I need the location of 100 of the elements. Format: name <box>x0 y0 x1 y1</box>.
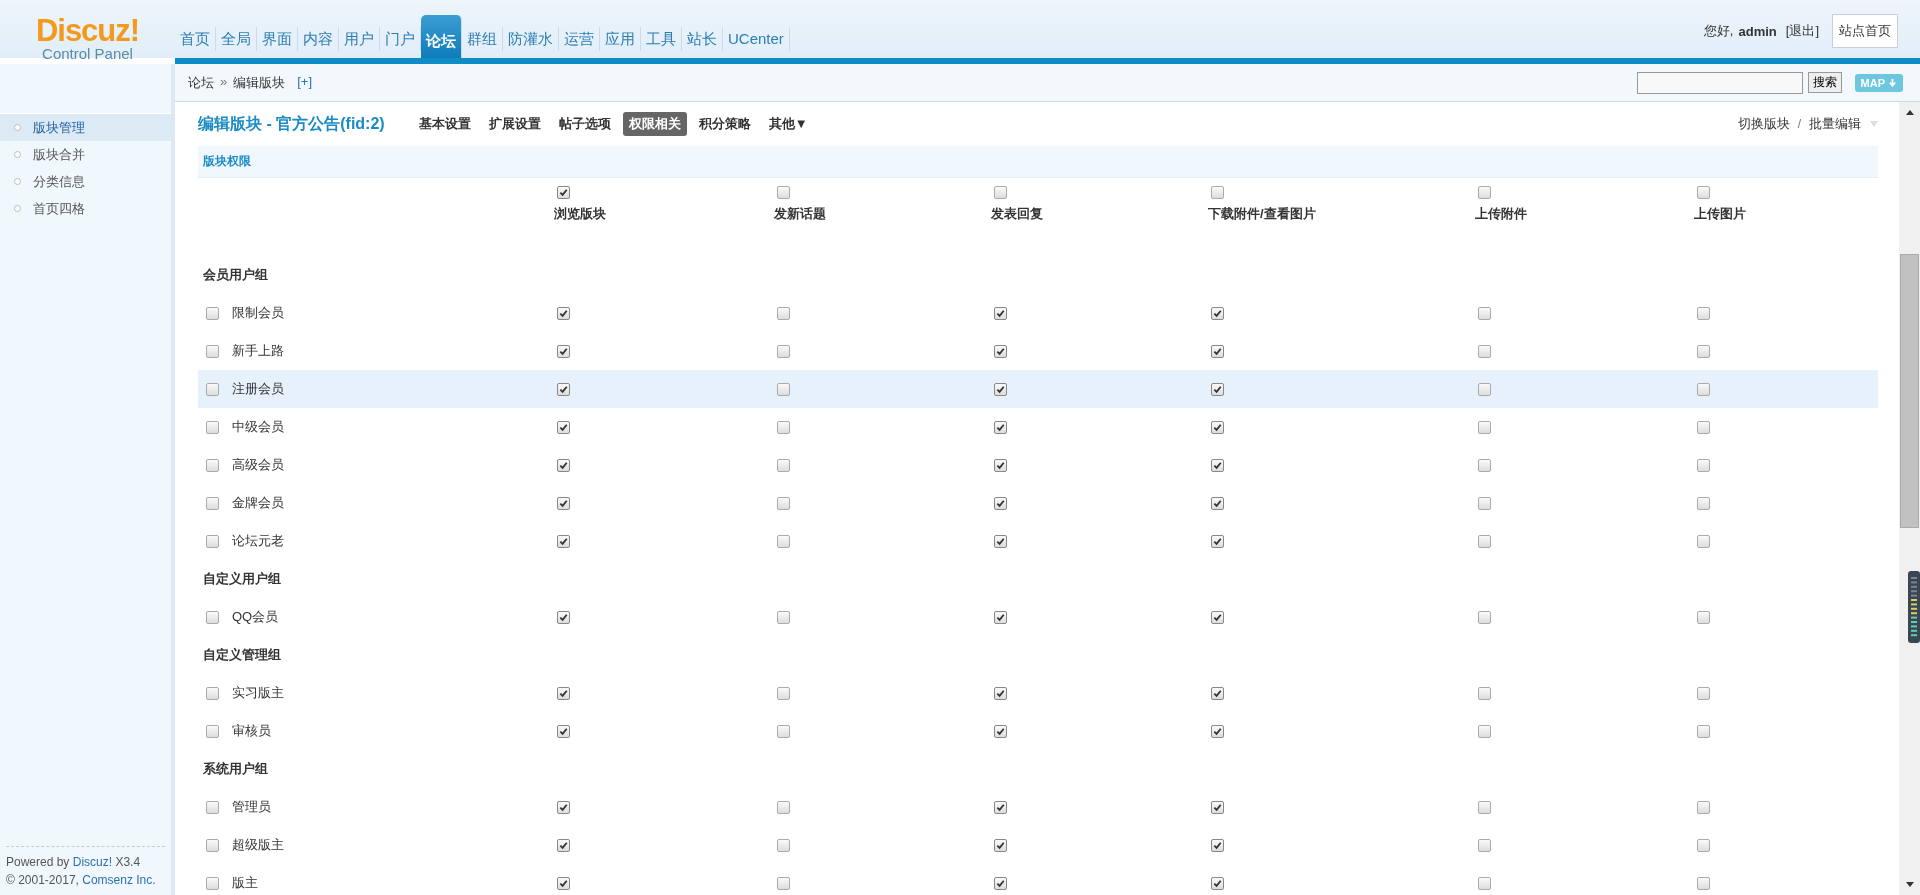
permission-checkbox[interactable] <box>994 724 1007 738</box>
permission-checkbox[interactable] <box>557 534 570 548</box>
nav-tab[interactable]: 工具 <box>641 27 682 51</box>
permission-checkbox[interactable] <box>1697 610 1710 624</box>
row-checkbox[interactable] <box>206 496 219 510</box>
permission-checkbox[interactable] <box>994 610 1007 624</box>
permission-checkbox[interactable] <box>777 876 790 890</box>
permission-checkbox[interactable] <box>1697 838 1710 852</box>
permission-checkbox[interactable] <box>777 610 790 624</box>
permission-checkbox[interactable] <box>557 344 570 358</box>
permission-checkbox[interactable] <box>1697 534 1710 548</box>
settings-tab[interactable]: 权限相关 <box>622 112 687 136</box>
nav-tab[interactable]: 群组 <box>462 27 503 51</box>
nav-tab[interactable]: 内容 <box>298 27 339 51</box>
permission-checkbox[interactable] <box>1478 876 1491 890</box>
permission-checkbox[interactable] <box>1211 800 1224 814</box>
permission-checkbox[interactable] <box>1211 686 1224 700</box>
search-field[interactable] <box>1636 71 1803 94</box>
row-checkbox[interactable] <box>206 686 219 700</box>
column-checkbox[interactable] <box>777 186 790 199</box>
permission-checkbox[interactable] <box>1478 724 1491 738</box>
permission-checkbox[interactable] <box>1697 344 1710 358</box>
permission-checkbox[interactable] <box>994 344 1007 358</box>
permission-checkbox[interactable] <box>1478 306 1491 320</box>
scrollbar[interactable] <box>1899 102 1920 895</box>
row-checkbox[interactable] <box>206 838 219 852</box>
permission-checkbox[interactable] <box>1478 800 1491 814</box>
site-home-button[interactable]: 站点首页 <box>1832 14 1898 48</box>
permission-checkbox[interactable] <box>1478 496 1491 510</box>
permission-checkbox[interactable] <box>557 610 570 624</box>
permission-checkbox[interactable] <box>557 420 570 434</box>
permission-checkbox[interactable] <box>994 800 1007 814</box>
permission-checkbox[interactable] <box>777 458 790 472</box>
permission-checkbox[interactable] <box>1211 344 1224 358</box>
permission-checkbox[interactable] <box>994 534 1007 548</box>
scroll-down-icon[interactable] <box>1905 882 1914 887</box>
permission-checkbox[interactable] <box>994 306 1007 320</box>
permission-checkbox[interactable] <box>1697 382 1710 396</box>
settings-tab[interactable]: 扩展设置 <box>482 112 547 136</box>
column-checkbox[interactable] <box>1211 186 1224 199</box>
permission-checkbox[interactable] <box>777 800 790 814</box>
product-link[interactable]: Discuz! <box>72 855 113 869</box>
permission-checkbox[interactable] <box>557 724 570 738</box>
permission-checkbox[interactable] <box>1478 382 1491 396</box>
permission-checkbox[interactable] <box>1478 420 1491 434</box>
permission-checkbox[interactable] <box>1697 724 1710 738</box>
nav-tab[interactable]: 全局 <box>216 27 257 51</box>
permission-checkbox[interactable] <box>777 306 790 320</box>
row-checkbox[interactable] <box>206 610 219 624</box>
permission-checkbox[interactable] <box>777 344 790 358</box>
permission-checkbox[interactable] <box>1211 458 1224 472</box>
permission-checkbox[interactable] <box>557 496 570 510</box>
permission-checkbox[interactable] <box>557 382 570 396</box>
permission-checkbox[interactable] <box>777 686 790 700</box>
nav-tab[interactable]: 论坛 <box>421 15 462 58</box>
permission-checkbox[interactable] <box>994 686 1007 700</box>
nav-tab[interactable]: 防灌水 <box>503 27 559 51</box>
nav-tab[interactable]: 站长 <box>682 27 723 51</box>
permission-checkbox[interactable] <box>994 876 1007 890</box>
settings-tab[interactable]: 帖子选项 <box>552 112 617 136</box>
breadcrumb-link[interactable]: 论坛 <box>188 73 214 92</box>
permission-checkbox[interactable] <box>557 800 570 814</box>
permission-checkbox[interactable] <box>1211 496 1224 510</box>
row-checkbox[interactable] <box>206 876 219 890</box>
permission-checkbox[interactable] <box>1211 306 1224 320</box>
sidebar-item[interactable]: 版块管理 <box>0 114 171 141</box>
column-checkbox[interactable] <box>1697 186 1710 199</box>
permission-checkbox[interactable] <box>1478 686 1491 700</box>
sidebar-item[interactable]: 首页四格 <box>0 195 171 222</box>
permission-checkbox[interactable] <box>1697 800 1710 814</box>
sidebar-item[interactable]: 版块合并 <box>0 141 171 168</box>
nav-tab[interactable]: UCenter <box>723 27 790 51</box>
permission-checkbox[interactable] <box>777 838 790 852</box>
row-checkbox[interactable] <box>206 382 219 396</box>
permission-checkbox[interactable] <box>557 876 570 890</box>
permission-checkbox[interactable] <box>1697 876 1710 890</box>
nav-tab[interactable]: 首页 <box>175 27 216 51</box>
nav-tab[interactable]: 运营 <box>559 27 600 51</box>
column-checkbox[interactable] <box>557 186 570 199</box>
settings-tab[interactable]: 积分策略 <box>692 112 757 136</box>
permission-checkbox[interactable] <box>1478 534 1491 548</box>
sidebar-item[interactable]: 分类信息 <box>0 168 171 195</box>
permission-checkbox[interactable] <box>1211 420 1224 434</box>
permission-checkbox[interactable] <box>1478 838 1491 852</box>
row-checkbox[interactable] <box>206 344 219 358</box>
batch-edit-link[interactable]: 批量编辑 <box>1809 115 1861 133</box>
row-checkbox[interactable] <box>206 534 219 548</box>
permission-checkbox[interactable] <box>777 496 790 510</box>
row-checkbox[interactable] <box>206 420 219 434</box>
permission-checkbox[interactable] <box>1697 458 1710 472</box>
permission-checkbox[interactable] <box>777 724 790 738</box>
permission-checkbox[interactable] <box>1697 306 1710 320</box>
permission-checkbox[interactable] <box>1211 610 1224 624</box>
add-shortcut-link[interactable]: [+] <box>297 73 313 92</box>
permission-checkbox[interactable] <box>1211 534 1224 548</box>
row-checkbox[interactable] <box>206 800 219 814</box>
row-checkbox[interactable] <box>206 458 219 472</box>
permission-checkbox[interactable] <box>1697 496 1710 510</box>
permission-checkbox[interactable] <box>1211 382 1224 396</box>
permission-checkbox[interactable] <box>1211 876 1224 890</box>
